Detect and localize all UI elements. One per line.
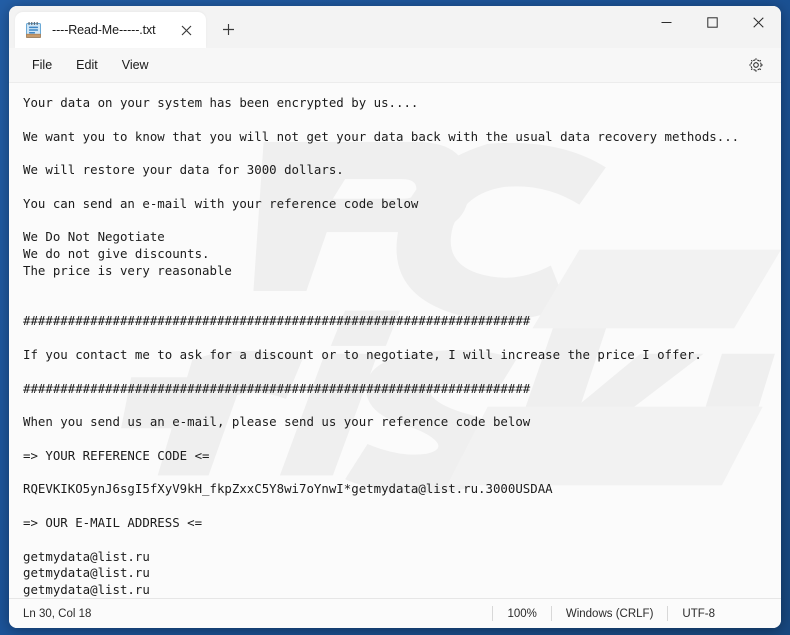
- tab-close-icon[interactable]: [174, 17, 200, 43]
- close-button[interactable]: [735, 6, 781, 38]
- document-line: [23, 145, 781, 162]
- document-line: getmydata@list.ru: [23, 565, 150, 581]
- status-zoom-level[interactable]: 100%: [493, 606, 550, 622]
- document-line: ########################################…: [23, 313, 531, 329]
- document-line: [23, 465, 781, 482]
- document-line: [23, 330, 781, 347]
- document-line: We want you to know that you will not ge…: [23, 128, 740, 144]
- new-tab-button[interactable]: [212, 12, 246, 46]
- status-line-ending[interactable]: Windows (CRLF): [552, 606, 668, 622]
- minimize-button[interactable]: [643, 6, 689, 38]
- status-bar: Ln 30, Col 18 100% Windows (CRLF) UTF-8: [9, 598, 781, 628]
- document-line: => YOUR REFERENCE CODE <=: [23, 447, 210, 463]
- menu-bar: File Edit View: [9, 48, 781, 83]
- document-line: We will restore your data for 3000 dolla…: [23, 162, 344, 178]
- tab-readme[interactable]: ----Read-Me-----.txt: [15, 12, 206, 48]
- document-line: [23, 280, 781, 297]
- menu-item-file[interactable]: File: [21, 54, 63, 76]
- document-line: [23, 397, 781, 414]
- maximize-button[interactable]: [689, 6, 735, 38]
- document-line: [23, 297, 781, 314]
- document-line: [23, 532, 781, 549]
- tab-title: ----Read-Me-----.txt: [52, 23, 156, 37]
- document-line: RQEVKIKO5ynJ6sgI5fXyV9kH_fkpZxxC5Y8wi7oY…: [23, 481, 553, 497]
- document-line: If you contact me to ask for a discount …: [23, 346, 702, 362]
- window-controls: [643, 6, 781, 48]
- document-line: [23, 179, 781, 196]
- document-line: => OUR E-MAIL ADDRESS <=: [23, 514, 203, 530]
- tab-strip: ----Read-Me-----.txt: [9, 6, 643, 48]
- document-line: We Do Not Negotiate: [23, 229, 165, 245]
- document-line: When you send us an e-mail, please send …: [23, 414, 531, 430]
- document-line: ########################################…: [23, 380, 531, 396]
- document-line: You can send an e-mail with your referen…: [23, 195, 419, 211]
- notepad-icon: [25, 21, 42, 39]
- document-line: [23, 213, 781, 230]
- status-cursor-position[interactable]: Ln 30, Col 18: [9, 606, 105, 622]
- menu-item-edit[interactable]: Edit: [65, 54, 109, 76]
- document-line: getmydata@list.ru: [23, 548, 150, 564]
- document-line: The price is very reasonable: [23, 262, 232, 278]
- notepad-window: ----Read-Me-----.txt File Edit View Your…: [9, 6, 781, 628]
- menu-item-view[interactable]: View: [111, 54, 160, 76]
- document-line: Your data on your system has been encryp…: [23, 95, 419, 110]
- document-line: getmydata@list.ru: [23, 582, 150, 598]
- document-line: [23, 498, 781, 515]
- document-line: [23, 364, 781, 381]
- editor-area[interactable]: Your data on your system has been encryp…: [9, 83, 781, 598]
- title-bar[interactable]: ----Read-Me-----.txt: [9, 6, 781, 48]
- document-line: [23, 112, 781, 129]
- status-encoding[interactable]: UTF-8: [668, 606, 729, 622]
- document-line: We do not give discounts.: [23, 246, 210, 262]
- document-text[interactable]: Your data on your system has been encryp…: [9, 83, 781, 598]
- document-line: [23, 431, 781, 448]
- gear-icon[interactable]: [741, 51, 771, 79]
